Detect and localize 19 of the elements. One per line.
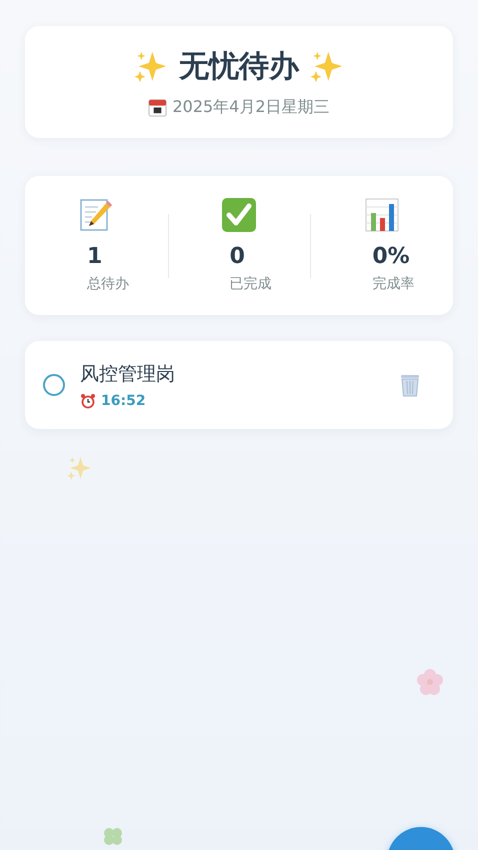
app-title: 无忧待办 (179, 48, 299, 86)
task-checkbox[interactable] (43, 374, 65, 396)
calendar-icon (148, 98, 168, 117)
stat-value: 0% (372, 244, 410, 269)
task-title: 风控管理岗 (80, 362, 176, 387)
sparkles-icon (66, 455, 93, 482)
memo-pencil-icon (78, 197, 114, 233)
stat-label: 已完成 (230, 275, 272, 293)
check-mark-icon (221, 197, 257, 233)
trash-icon[interactable] (399, 373, 421, 397)
task-time: 16:52 (101, 393, 146, 409)
flower-icon (416, 668, 444, 696)
bar-chart-icon (364, 197, 400, 233)
stat-label: 总待办 (87, 275, 129, 293)
date-text: 2025年4月2日星期三 (172, 97, 330, 118)
alarm-clock-icon (80, 393, 96, 409)
stat-label: 完成率 (372, 275, 414, 293)
stat-value: 0 (230, 244, 245, 269)
stat-value: 1 (87, 244, 102, 269)
